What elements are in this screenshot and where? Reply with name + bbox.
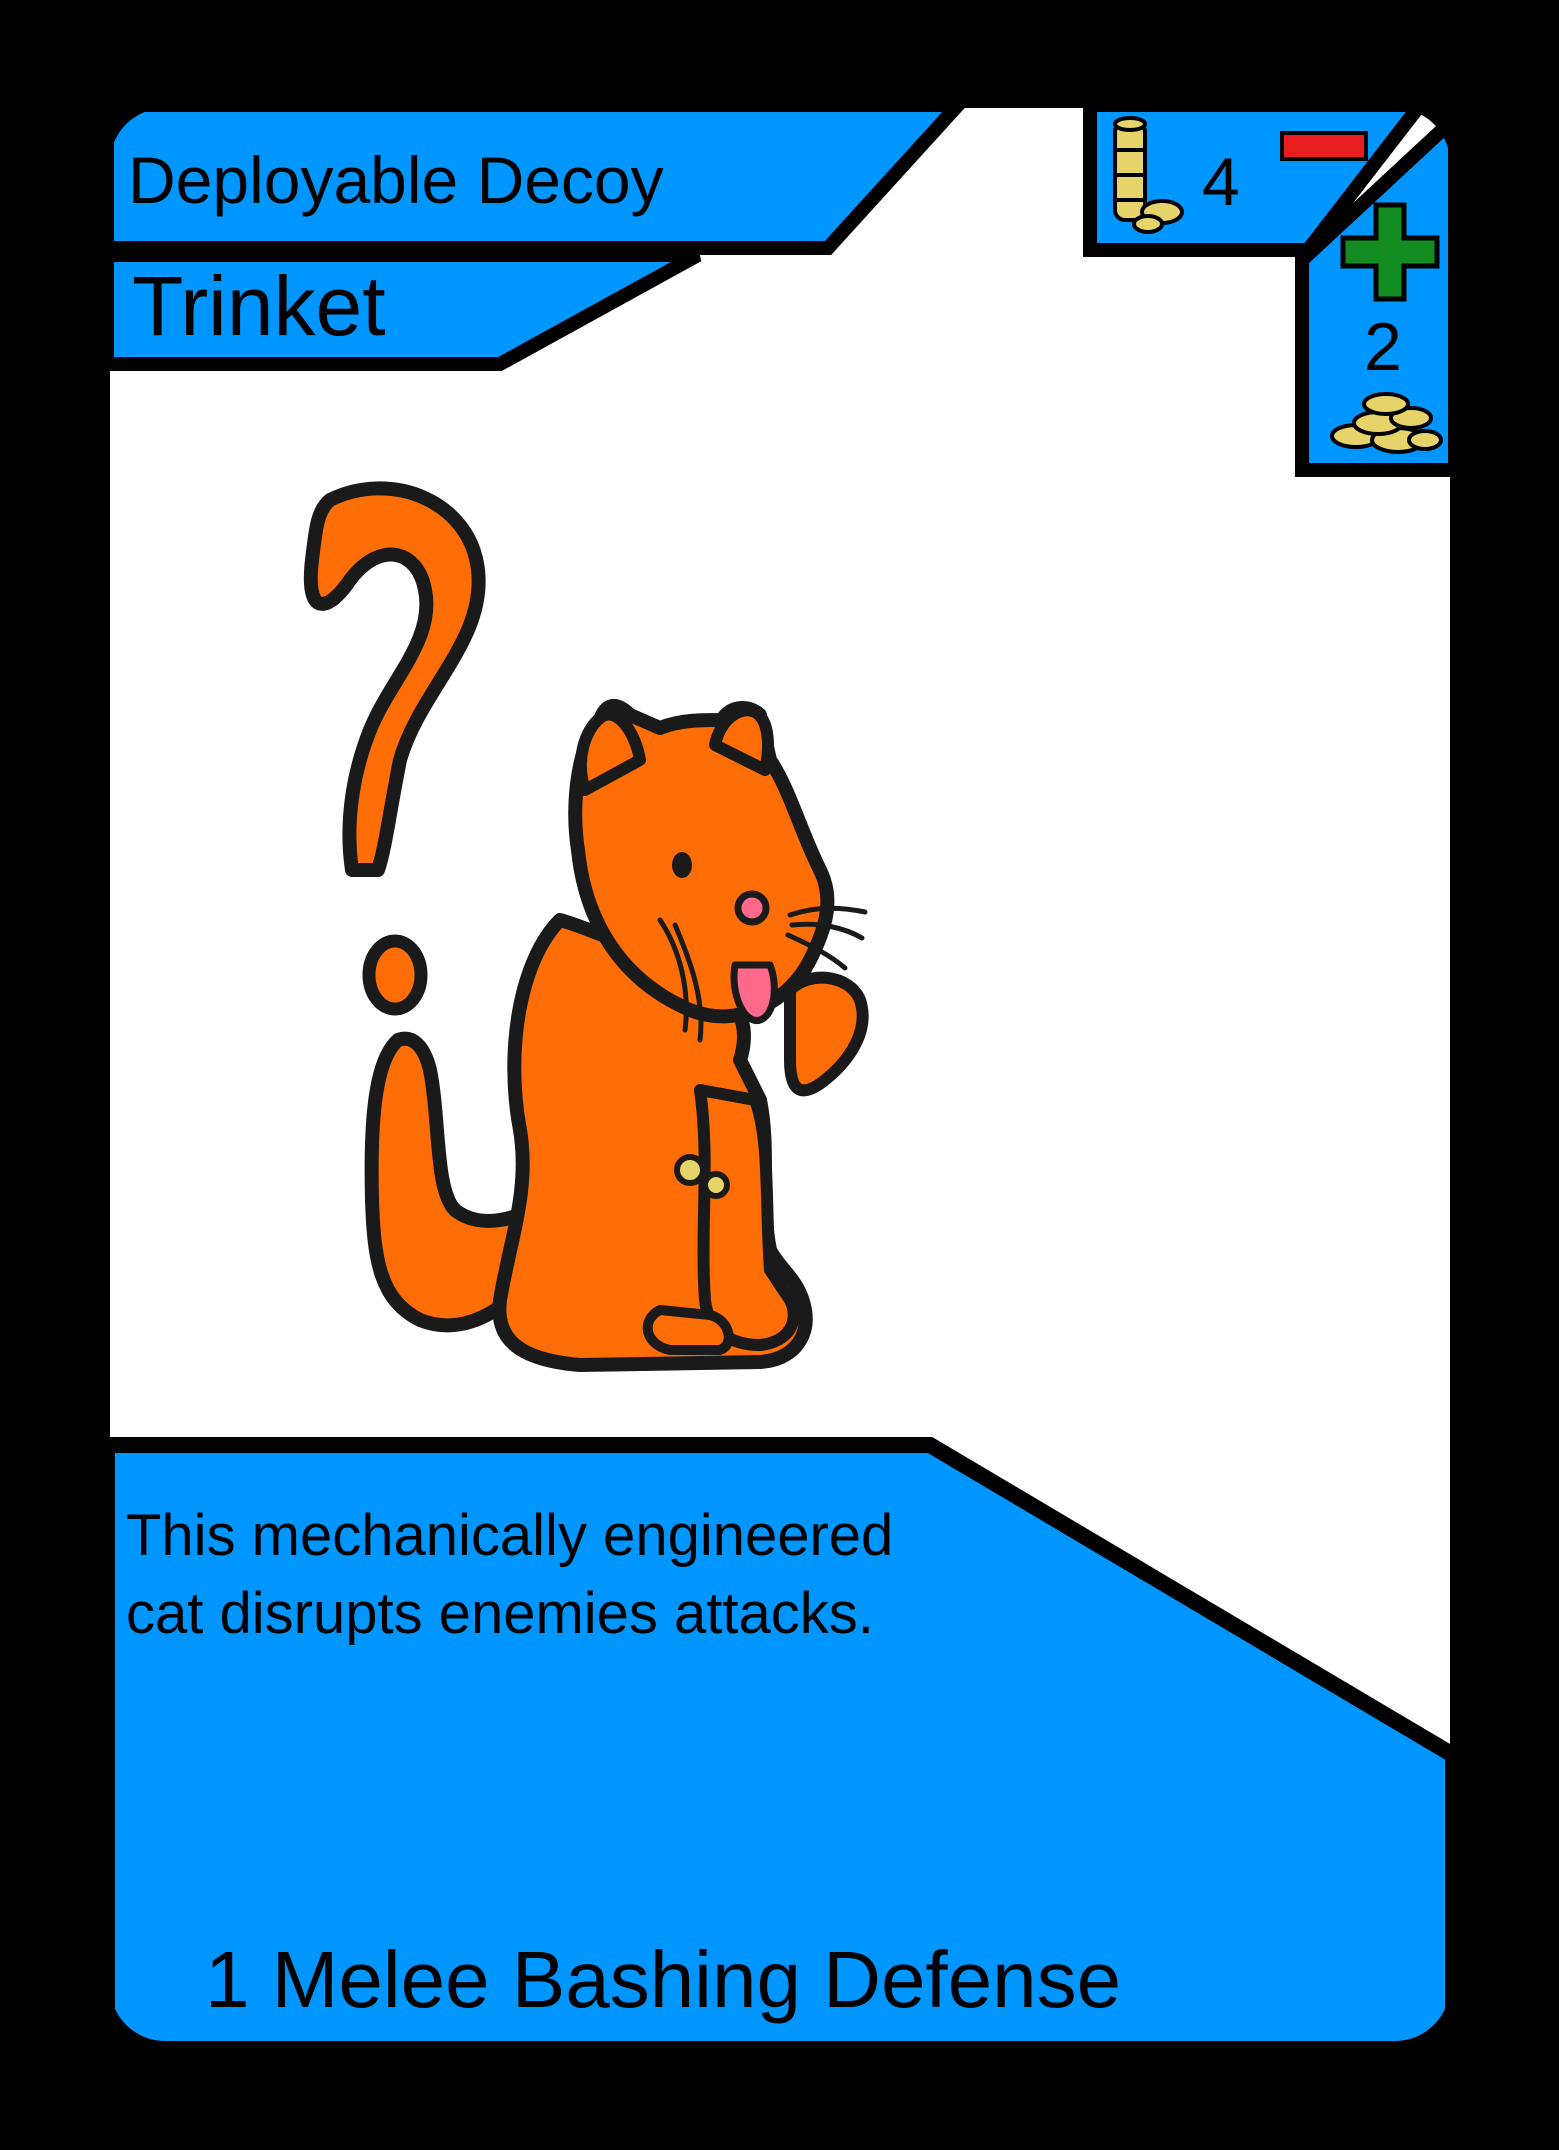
cost-value: 4 [1202, 144, 1240, 220]
cat-tongue [730, 961, 778, 1024]
card-description-line-2: cat disrupts enemies attacks. [126, 1581, 874, 1646]
minus-icon [1280, 131, 1368, 161]
game-card: Deployable Decoy Trinket 4 2 This mechan… [104, 102, 1456, 2047]
value-number: 2 [1364, 309, 1402, 385]
cat-nose [734, 890, 770, 926]
cat-back-foot [642, 1305, 734, 1355]
cat-eye [672, 852, 692, 878]
card-title: Deployable Decoy [128, 143, 664, 217]
card-stats: 1 Melee Bashing Defense [205, 1935, 1121, 2024]
card-description-line-1: This mechanically engineered [126, 1503, 893, 1568]
card-type: Trinket [132, 259, 386, 353]
question-mark-dot [362, 934, 428, 1016]
